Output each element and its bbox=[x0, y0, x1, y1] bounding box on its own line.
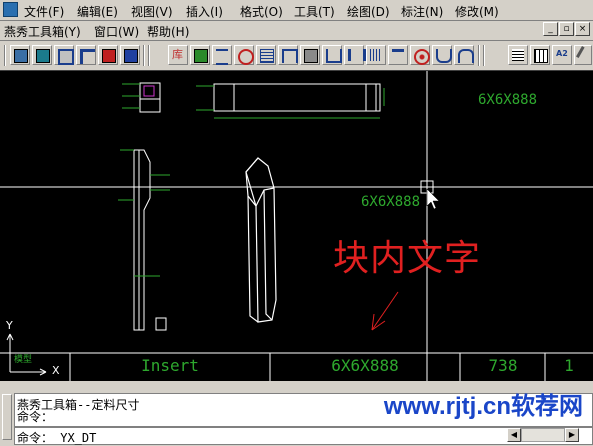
library-icon[interactable]: 库 bbox=[168, 45, 188, 65]
menu-window[interactable]: 窗口(W) bbox=[94, 23, 139, 40]
drawing-canvas[interactable]: 6X6X888 6X6X888 块内文字 Y X 模型 bbox=[0, 71, 593, 381]
cylinder-icon[interactable] bbox=[256, 45, 276, 65]
menu-dimension[interactable]: 标注(N) bbox=[401, 3, 443, 20]
main-menu-bar: 文件(F) 编辑(E) 视图(V) 插入(I) 格式(O) 工具(T) 绘图(D… bbox=[0, 0, 593, 21]
menu-modify[interactable]: 修改(M) bbox=[455, 3, 499, 20]
part-top-left bbox=[122, 82, 161, 113]
restore-button[interactable]: ▫ bbox=[559, 22, 574, 36]
menu-view[interactable]: 视图(V) bbox=[131, 3, 173, 20]
minimize-button[interactable]: _ bbox=[543, 22, 558, 36]
close-button[interactable]: × bbox=[575, 22, 590, 36]
drawing-svg bbox=[0, 71, 593, 381]
toolbar-grip[interactable] bbox=[4, 45, 6, 66]
menu-help[interactable]: 帮助(H) bbox=[147, 23, 189, 40]
secondary-menu-bar: 燕秀工具箱(Y) 窗口(W) 帮助(H) _ ▫ × bbox=[0, 21, 593, 41]
cup-icon[interactable] bbox=[432, 45, 452, 65]
menu-edit[interactable]: 编辑(E) bbox=[77, 3, 118, 20]
tee-icon[interactable] bbox=[388, 45, 408, 65]
circle-cross-icon[interactable] bbox=[234, 45, 254, 65]
arch-icon[interactable] bbox=[454, 45, 474, 65]
status-count: 1 bbox=[564, 356, 574, 375]
text-size-icon[interactable]: A2 bbox=[552, 45, 572, 65]
toolbar-separator-2 bbox=[478, 45, 480, 66]
horizontal-scrollbar[interactable] bbox=[521, 428, 565, 442]
toolbar-grip-2[interactable] bbox=[148, 45, 150, 66]
ucs-y-label: Y bbox=[6, 319, 13, 332]
screen-icon[interactable] bbox=[10, 45, 30, 65]
status-mode: Insert bbox=[141, 356, 199, 375]
annotation-text: 块内文字 bbox=[333, 238, 482, 279]
status-text: 6X6X888 bbox=[331, 356, 399, 375]
attribute-status-row: Insert 6X6X888 738 1 bbox=[0, 352, 593, 381]
scroll-left-button[interactable]: ◀ bbox=[507, 428, 521, 442]
fit-icon[interactable] bbox=[278, 45, 298, 65]
command-prompt-1: 命令： bbox=[17, 410, 54, 424]
target-icon[interactable] bbox=[410, 45, 430, 65]
text-label-top-right: 6X6X888 bbox=[478, 92, 538, 108]
insert-block-icon[interactable] bbox=[190, 45, 210, 65]
mold-base-icon[interactable] bbox=[54, 45, 74, 65]
command-prompt-2: 命令： YX_DT bbox=[17, 431, 97, 445]
command-window-grip[interactable] bbox=[2, 394, 12, 440]
ejector-icon[interactable] bbox=[120, 45, 140, 65]
gate-icon[interactable] bbox=[98, 45, 118, 65]
toolbar-separator bbox=[143, 45, 145, 66]
status-value: 738 bbox=[488, 356, 518, 375]
menu-insert[interactable]: 插入(I) bbox=[186, 3, 223, 20]
scroll-right-button[interactable]: ▶ bbox=[565, 428, 579, 442]
bolt-icon[interactable] bbox=[344, 45, 366, 65]
menu-file[interactable]: 文件(F) bbox=[24, 3, 64, 20]
menu-draw[interactable]: 绘图(D) bbox=[347, 3, 390, 20]
wrench-icon[interactable] bbox=[574, 45, 593, 65]
menu-yanxiu-toolbox[interactable]: 燕秀工具箱(Y) bbox=[4, 23, 81, 40]
spring-icon[interactable] bbox=[212, 45, 232, 65]
table-icon[interactable] bbox=[530, 45, 550, 65]
toolbar-grip-3[interactable] bbox=[483, 45, 485, 66]
menu-format[interactable]: 格式(O) bbox=[240, 3, 283, 20]
app-icon[interactable] bbox=[3, 2, 18, 17]
screw-icon[interactable] bbox=[300, 45, 320, 65]
thread-icon[interactable] bbox=[366, 45, 386, 65]
slot-icon[interactable] bbox=[322, 45, 342, 65]
toolbar: 库 A2 bbox=[0, 41, 593, 71]
part-top-long bbox=[196, 83, 385, 119]
part-vertical bbox=[118, 149, 170, 331]
trim-icon[interactable] bbox=[76, 45, 96, 65]
menu-tools[interactable]: 工具(T) bbox=[294, 3, 335, 20]
annotation-arrow bbox=[371, 291, 399, 331]
watermark-text: www.rjtj.cn软荐网 bbox=[383, 393, 583, 420]
text-label-center: 6X6X888 bbox=[361, 194, 421, 210]
part-3d bbox=[245, 157, 277, 323]
grid-icon[interactable] bbox=[508, 45, 528, 65]
layer-icon[interactable] bbox=[32, 45, 52, 65]
